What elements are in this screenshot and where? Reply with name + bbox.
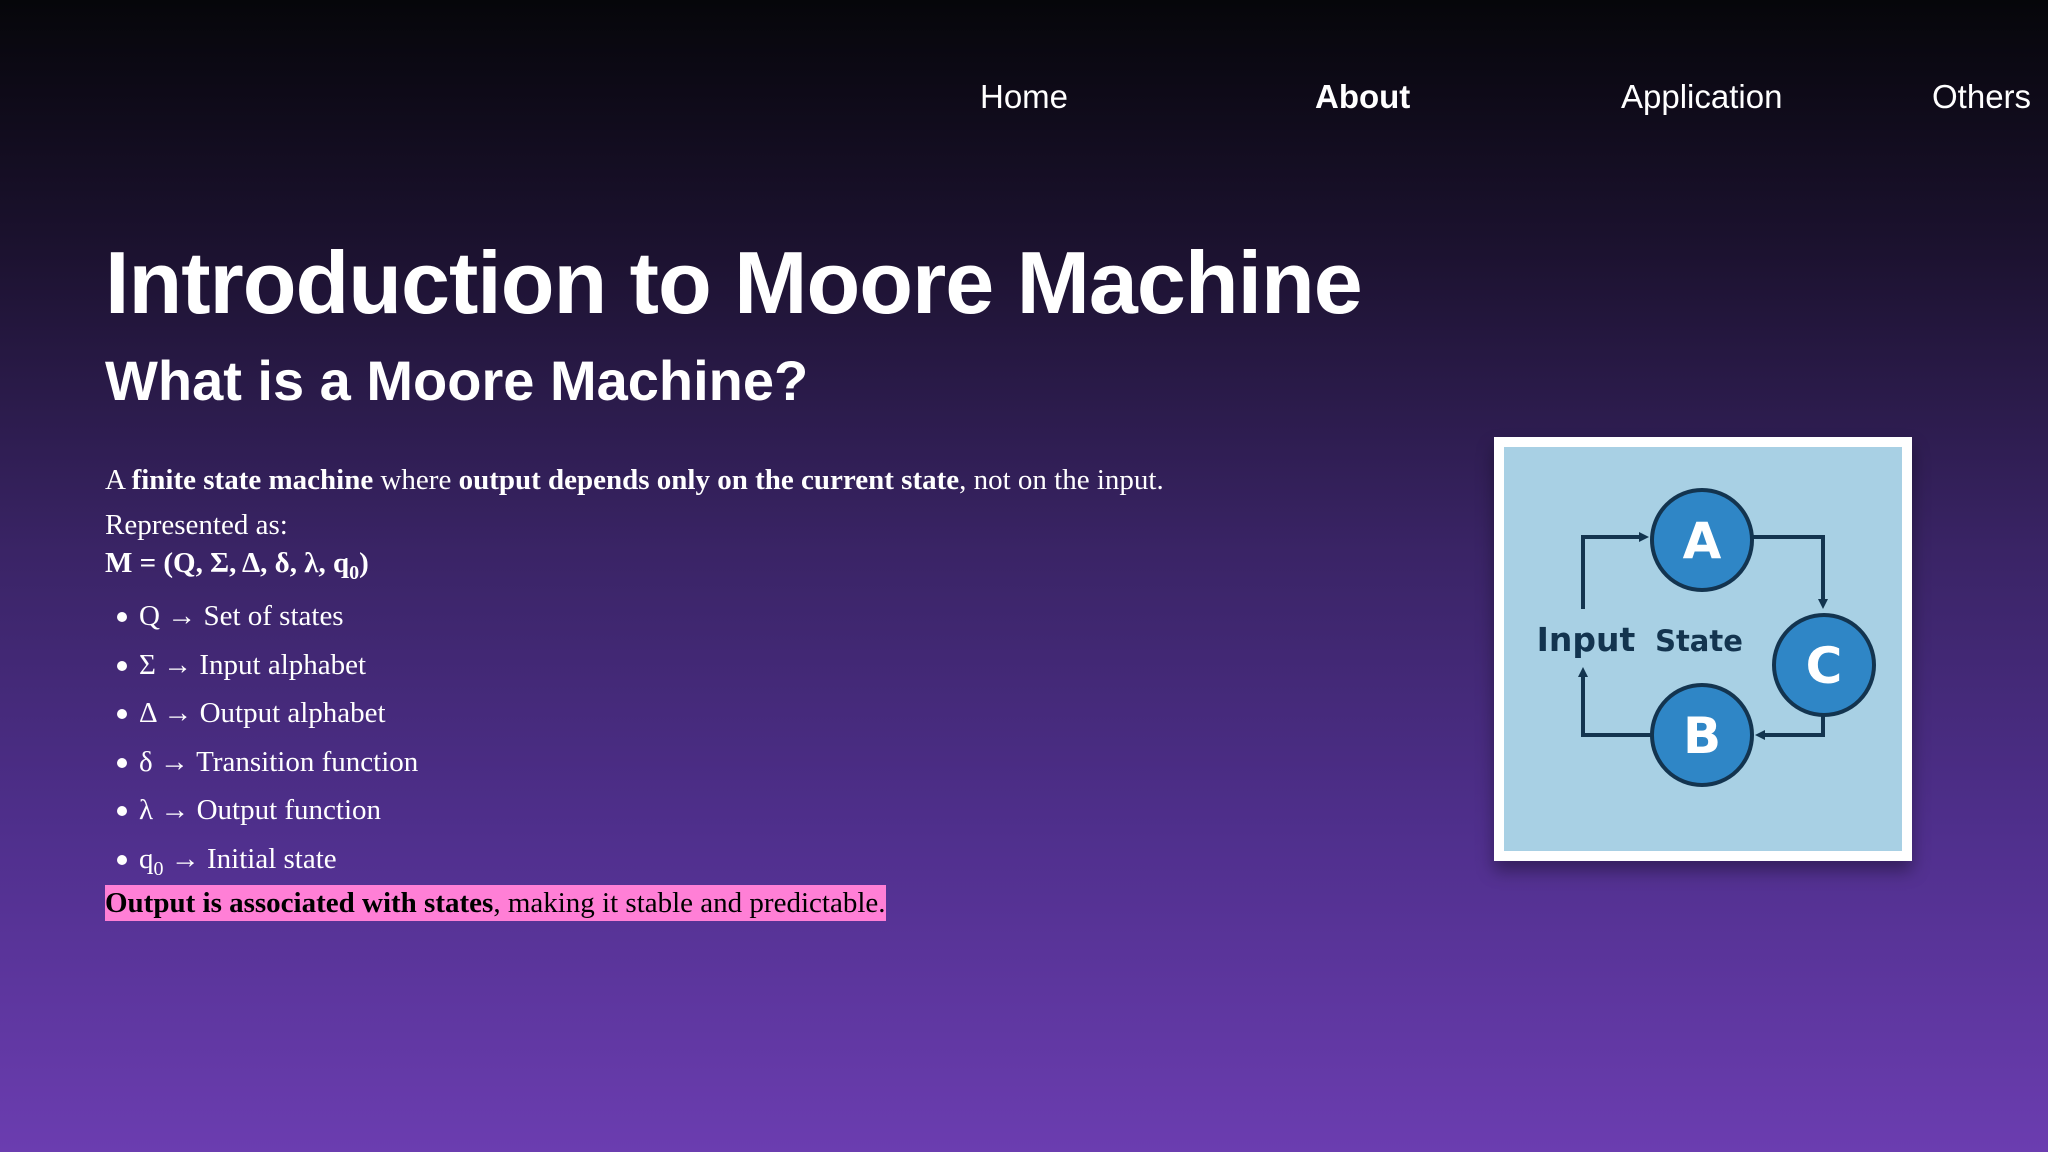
list-item: Δ → Output alphabet (105, 689, 1425, 738)
bullet-text: Set of states (203, 600, 344, 632)
page-title: Introduction to Moore Machine (105, 233, 1363, 332)
represented-as-label: Represented as: (105, 509, 288, 541)
intro-paragraph: A finite state machine where output depe… (105, 460, 1425, 500)
input-label: Input (1537, 620, 1636, 659)
arrow-icon: → (159, 600, 204, 632)
transition-arrow-b-input (1578, 667, 1654, 737)
highlight-text: , making it stable and predictable. (493, 887, 886, 919)
intro-text: , not on the input. (959, 464, 1164, 496)
tuple-end: ) (359, 547, 369, 579)
arrow-icon: → (156, 697, 200, 729)
tuple-main: M = (Q, Σ, Δ, δ, λ, q (105, 547, 350, 579)
bullet-icon (117, 757, 127, 768)
intro-bold-output: output depends only on the current state (458, 464, 960, 496)
bullet-symbol: Σ (139, 648, 156, 681)
bullet-symbol: δ (139, 745, 153, 778)
bullet-symbol: λ (139, 794, 154, 826)
state-b-label: B (1683, 707, 1721, 765)
moore-diagram-card: A C B Input State (1494, 437, 1912, 861)
bullet-text: Output alphabet (199, 697, 386, 729)
tuple-components-list: Q → Set of states Σ → Input alphabet Δ →… (105, 592, 1425, 883)
bullet-text: Transition function (196, 745, 419, 778)
list-item: q0 → Initial state (105, 835, 1425, 884)
bullet-symbol: Δ (139, 697, 157, 729)
state-node-a: A (1650, 488, 1754, 592)
moore-diagram: A C B Input State (1504, 447, 1902, 851)
bullet-text: Output function (196, 794, 382, 826)
tuple-definition: M = (Q, Σ, Δ, δ, λ, q0) (105, 543, 1425, 586)
state-c-label: C (1806, 637, 1843, 695)
nav-about[interactable]: About (1315, 78, 1410, 116)
highlight-callout: Output is associated with states, making… (105, 883, 1425, 923)
state-label: State (1655, 624, 1743, 658)
list-item: Σ → Input alphabet (105, 641, 1425, 690)
arrow-icon: → (152, 745, 197, 778)
state-node-c: C (1772, 613, 1876, 717)
top-nav: Home About Application Others (0, 78, 2048, 126)
list-item: δ → Transition function (105, 738, 1425, 787)
bullet-text: Input alphabet (199, 648, 367, 681)
definition-content: A finite state machine where output depe… (105, 460, 1425, 923)
nav-application[interactable]: Application (1621, 78, 1782, 116)
bullet-symbol: q (139, 842, 154, 875)
arrow-icon: → (153, 794, 197, 826)
state-diagram-svg: A C B Input State (1537, 488, 1876, 787)
section-title: What is a Moore Machine? (105, 349, 809, 412)
transition-arrow-input-a (1581, 532, 1649, 609)
nav-others[interactable]: Others (1932, 78, 2031, 116)
list-item: Q → Set of states (105, 592, 1425, 641)
intro-text: A (105, 464, 132, 496)
bullet-icon (117, 709, 127, 719)
arrow-icon: → (163, 842, 207, 875)
bullet-icon (117, 612, 127, 622)
bullet-subscript: 0 (153, 857, 164, 880)
bullet-symbol: Q (139, 600, 160, 632)
tuple-subscript: 0 (349, 562, 360, 584)
highlight-bold-text: Output is associated with states (105, 887, 494, 919)
highlight-mark: Output is associated with states, making… (105, 885, 886, 921)
bullet-icon (117, 854, 127, 865)
bullet-text: Initial state (207, 842, 337, 875)
bullet-icon (117, 660, 127, 671)
list-item: λ → Output function (105, 786, 1425, 835)
state-node-b: B (1650, 683, 1754, 787)
main-content: Introduction to Moore Machine What is a … (105, 228, 1425, 923)
intro-text: where (373, 464, 459, 496)
nav-home[interactable]: Home (980, 78, 1068, 116)
bullet-icon (117, 806, 127, 816)
intro-bold-fsm: finite state machine (131, 464, 374, 496)
state-a-label: A (1683, 512, 1722, 570)
arrow-icon: → (155, 648, 200, 681)
